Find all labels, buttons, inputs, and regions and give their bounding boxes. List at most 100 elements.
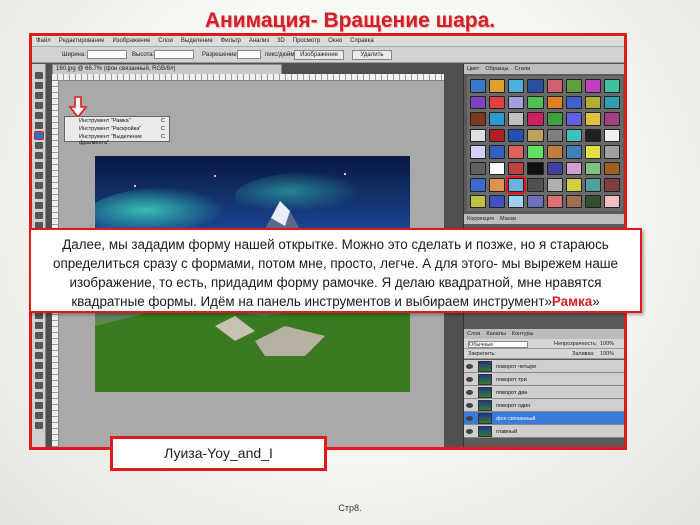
tool-icon[interactable]	[35, 142, 43, 149]
eye-icon[interactable]	[466, 390, 473, 395]
style-swatch[interactable]	[603, 161, 620, 175]
style-swatch[interactable]	[565, 194, 582, 208]
menu-item[interactable]: Просмотр	[289, 36, 324, 44]
fill-value[interactable]: 100%	[600, 351, 614, 357]
style-swatch[interactable]	[508, 128, 525, 142]
style-swatch[interactable]	[489, 79, 506, 93]
style-swatch[interactable]	[603, 112, 620, 126]
panel-tab[interactable]: Цвет	[464, 64, 482, 72]
style-swatch[interactable]	[603, 79, 620, 93]
style-swatch[interactable]	[470, 112, 487, 126]
style-swatch[interactable]	[508, 145, 525, 159]
eye-icon[interactable]	[466, 364, 473, 369]
tool-icon[interactable]	[35, 352, 43, 359]
panel-tab[interactable]: Коррекция	[464, 214, 497, 222]
tool-icon[interactable]	[35, 422, 43, 429]
style-swatch[interactable]	[489, 112, 506, 126]
style-swatch[interactable]	[470, 194, 487, 208]
style-swatch[interactable]	[546, 161, 563, 175]
menu-item[interactable]: Фильтр	[217, 36, 245, 44]
style-swatch[interactable]	[565, 79, 582, 93]
style-swatch[interactable]	[584, 79, 601, 93]
tool-icon[interactable]	[35, 172, 43, 179]
menu-item[interactable]: Изображение	[108, 36, 154, 44]
menu-item[interactable]: Справка	[346, 36, 378, 44]
resolution-field[interactable]	[237, 50, 261, 59]
panel-tab[interactable]: Контуры	[509, 329, 537, 337]
style-swatch[interactable]	[603, 95, 620, 109]
style-swatch[interactable]	[584, 95, 601, 109]
blend-mode-select[interactable]: Обычные	[468, 341, 528, 348]
panel-tab[interactable]: Маски	[497, 214, 519, 222]
style-swatch[interactable]	[489, 194, 506, 208]
panel-tab[interactable]: Образцы	[482, 64, 511, 72]
delete-button[interactable]: Удалить	[352, 50, 392, 60]
style-swatch[interactable]	[546, 112, 563, 126]
panel-tab[interactable]: Слои	[464, 329, 483, 337]
tool-icon[interactable]	[35, 342, 43, 349]
style-swatch[interactable]	[546, 128, 563, 142]
style-swatch[interactable]	[584, 161, 601, 175]
style-swatch[interactable]	[603, 194, 620, 208]
style-swatch[interactable]	[565, 128, 582, 142]
style-swatch[interactable]	[603, 145, 620, 159]
style-swatch[interactable]	[546, 178, 563, 192]
tool-icon[interactable]	[35, 312, 43, 319]
style-swatch[interactable]	[584, 128, 601, 142]
menu-item[interactable]: Слои	[154, 36, 177, 44]
style-swatch[interactable]	[527, 178, 544, 192]
style-swatch[interactable]	[508, 79, 525, 93]
menu-item[interactable]: Файл	[32, 36, 55, 44]
tool-icon[interactable]	[35, 362, 43, 369]
width-field[interactable]	[87, 50, 127, 59]
tool-icon[interactable]	[35, 92, 43, 99]
layer-row[interactable]: поворот один	[464, 399, 624, 412]
style-swatch[interactable]	[603, 178, 620, 192]
style-swatch[interactable]	[527, 112, 544, 126]
menu-item[interactable]: Окно	[324, 36, 346, 44]
tool-icon[interactable]	[35, 162, 43, 169]
style-swatch[interactable]	[565, 178, 582, 192]
tool-icon[interactable]	[35, 152, 43, 159]
tool-icon[interactable]	[35, 322, 43, 329]
panel-tab[interactable]: Стили	[511, 64, 533, 72]
eye-icon[interactable]	[466, 377, 473, 382]
tool-icon[interactable]	[35, 182, 43, 189]
tool-icon[interactable]	[35, 72, 43, 79]
tool-icon[interactable]	[35, 332, 43, 339]
style-swatch[interactable]	[508, 95, 525, 109]
layer-row[interactable]: поворот два	[464, 386, 624, 399]
tool-icon[interactable]	[35, 402, 43, 409]
style-swatch[interactable]	[565, 112, 582, 126]
style-swatch[interactable]	[546, 194, 563, 208]
layer-row[interactable]: поворот четыре	[464, 360, 624, 373]
crop-tool-icon[interactable]	[34, 131, 44, 140]
style-swatch[interactable]	[508, 112, 525, 126]
style-swatch[interactable]	[489, 161, 506, 175]
style-swatch[interactable]	[527, 194, 544, 208]
style-swatch[interactable]	[470, 178, 487, 192]
layer-row[interactable]: главный	[464, 425, 624, 438]
image-button[interactable]: Изображение	[294, 50, 344, 60]
style-swatch[interactable]	[527, 145, 544, 159]
tool-icon[interactable]	[35, 122, 43, 129]
tool-icon[interactable]	[35, 102, 43, 109]
style-swatch[interactable]	[527, 161, 544, 175]
style-swatch[interactable]	[527, 95, 544, 109]
style-swatch[interactable]	[527, 128, 544, 142]
tool-icon[interactable]	[35, 372, 43, 379]
style-swatch[interactable]	[603, 128, 620, 142]
style-swatch[interactable]	[584, 145, 601, 159]
panel-tab[interactable]: Каналы	[483, 329, 509, 337]
style-swatch[interactable]	[584, 194, 601, 208]
style-swatch[interactable]	[546, 79, 563, 93]
style-swatch[interactable]	[584, 112, 601, 126]
style-swatch[interactable]	[527, 79, 544, 93]
style-swatch[interactable]	[565, 95, 582, 109]
tool-icon[interactable]	[35, 392, 43, 399]
style-swatch[interactable]	[584, 178, 601, 192]
tool-icon[interactable]	[35, 212, 43, 219]
menu-item[interactable]: Редактирование	[55, 36, 109, 44]
flyout-item[interactable]: Инструмент "Раскройка" C	[65, 125, 169, 133]
style-swatch[interactable]	[546, 95, 563, 109]
